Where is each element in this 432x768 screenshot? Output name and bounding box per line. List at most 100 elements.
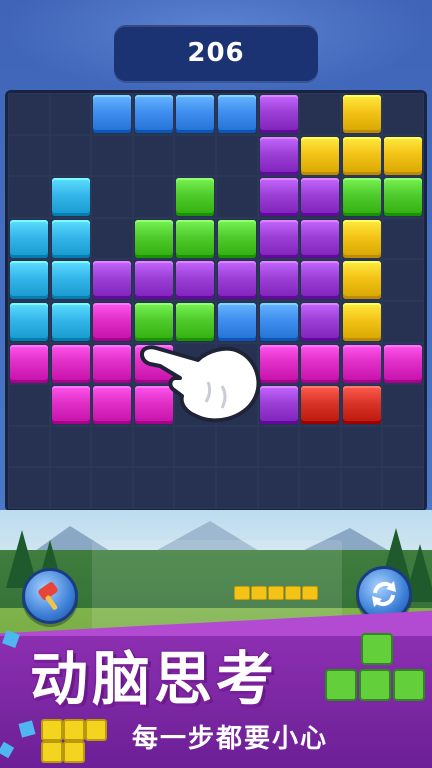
block-yellow [342, 303, 381, 341]
block-purple [218, 261, 256, 300]
block-blue [134, 95, 173, 133]
board-cell[interactable] [132, 176, 175, 218]
block-purple [301, 303, 340, 341]
board-cell[interactable] [8, 467, 50, 509]
block-blue [93, 95, 132, 133]
block-purple [259, 219, 298, 258]
block-cyan [10, 219, 48, 258]
board-cell[interactable] [91, 134, 133, 177]
board-cell[interactable] [8, 134, 50, 177]
next-piece-block[interactable] [285, 586, 301, 600]
board-cell[interactable] [8, 425, 50, 468]
hammer-button[interactable] [22, 568, 78, 624]
board-cell[interactable] [216, 134, 258, 177]
board-cell[interactable] [382, 301, 424, 343]
board-cell[interactable] [382, 93, 424, 135]
game-board[interactable] [8, 93, 424, 509]
decor-yellow-piece [41, 719, 107, 763]
block-red [301, 386, 340, 425]
block-magenta [342, 344, 381, 383]
board-cell[interactable] [174, 134, 216, 177]
decor-green-piece [325, 633, 425, 701]
board-cell[interactable] [132, 134, 175, 177]
block-red [342, 386, 381, 425]
block-green [384, 178, 423, 217]
block-purple [301, 178, 340, 217]
board-cell[interactable] [382, 384, 424, 426]
next-piece-block[interactable] [268, 586, 284, 600]
block-magenta [93, 386, 132, 425]
block-green [342, 178, 381, 217]
board-cell[interactable] [91, 217, 133, 260]
board-cell[interactable] [132, 425, 175, 468]
block-purple [259, 136, 298, 175]
block-yellow [342, 136, 381, 175]
promo-title: 动脑思考 [30, 645, 279, 713]
block-purple [301, 219, 340, 258]
block-green [134, 219, 173, 258]
board-cell[interactable] [299, 93, 341, 135]
block-purple [176, 261, 215, 300]
board-cell[interactable] [382, 217, 424, 260]
block-cyan [10, 303, 48, 341]
block-magenta [301, 344, 340, 383]
board-cell[interactable] [174, 467, 216, 509]
board-cell[interactable] [132, 467, 175, 509]
board-cell[interactable] [299, 425, 341, 468]
block-green [176, 219, 215, 258]
board-cell[interactable] [257, 425, 300, 468]
score-panel: 206 [114, 25, 318, 81]
score-value: 206 [187, 38, 245, 68]
board-cell[interactable] [49, 134, 92, 177]
board-cell[interactable] [299, 467, 341, 509]
block-magenta [93, 344, 132, 383]
block-purple [259, 95, 298, 133]
block-green [176, 178, 215, 217]
block-purple [134, 261, 173, 300]
block-cyan [10, 261, 48, 300]
board-cell[interactable] [340, 425, 383, 468]
block-purple [259, 178, 298, 217]
block-magenta [384, 344, 423, 383]
board-cell[interactable] [257, 467, 300, 509]
block-cyan [51, 303, 90, 341]
board-cell[interactable] [340, 467, 383, 509]
block-magenta [93, 303, 132, 341]
block-cyan [51, 178, 90, 217]
next-piece-block[interactable] [234, 586, 250, 600]
board-cell[interactable] [216, 467, 258, 509]
board-cell[interactable] [91, 467, 133, 509]
block-cyan [51, 219, 90, 258]
block-yellow [342, 261, 381, 300]
board-frame [5, 90, 427, 512]
block-magenta [10, 344, 48, 383]
block-purple [259, 261, 298, 300]
board-cell[interactable] [216, 176, 258, 218]
board-cell[interactable] [382, 467, 424, 509]
block-yellow [301, 136, 340, 175]
block-purple [301, 261, 340, 300]
block-yellow [384, 136, 423, 175]
block-purple [93, 261, 132, 300]
hammer-icon [38, 582, 58, 610]
block-cyan [51, 261, 90, 300]
board-cell[interactable] [382, 425, 424, 468]
board-cell[interactable] [49, 93, 92, 135]
next-piece-block[interactable] [251, 586, 267, 600]
board-cell[interactable] [8, 384, 50, 426]
board-cell[interactable] [91, 176, 133, 218]
board-cell[interactable] [49, 425, 92, 468]
next-piece-block[interactable] [302, 586, 318, 600]
refresh-icon [372, 581, 396, 607]
block-green [218, 219, 256, 258]
board-cell[interactable] [49, 467, 92, 509]
block-magenta [51, 344, 90, 383]
board-cell[interactable] [216, 425, 258, 468]
board-cell[interactable] [382, 259, 424, 301]
block-blue [176, 95, 215, 133]
board-cell[interactable] [8, 176, 50, 218]
block-yellow [342, 219, 381, 258]
board-cell[interactable] [8, 93, 50, 135]
board-cell[interactable] [91, 425, 133, 468]
board-cell[interactable] [174, 425, 216, 468]
